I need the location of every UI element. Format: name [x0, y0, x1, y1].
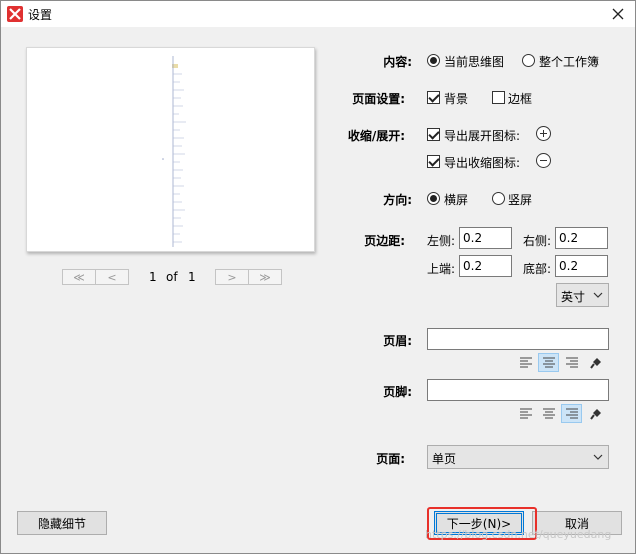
footer-align-center-button[interactable]: [538, 404, 559, 423]
align-center-icon: [542, 408, 555, 419]
mindmap-thumbnail: [162, 56, 186, 247]
chevron-down-icon: [593, 292, 603, 298]
align-right-icon: [565, 408, 578, 419]
background-option: 背景: [444, 92, 469, 106]
header-align-right-button[interactable]: [561, 353, 582, 372]
top-margin-input[interactable]: 0.2: [459, 255, 512, 277]
unit-select[interactable]: 英寸: [556, 283, 609, 307]
top-margin-label: 上端:: [427, 262, 456, 276]
portrait-option: 竖屏: [508, 193, 533, 207]
orientation-label: 方向:: [383, 193, 412, 207]
current-page: 1: [149, 270, 157, 284]
footer-align-left-button[interactable]: [515, 404, 536, 423]
page-of-label: of: [166, 270, 178, 284]
print-preview: [26, 47, 315, 252]
align-right-icon: [565, 357, 578, 368]
align-left-icon: [519, 408, 532, 419]
last-page-button[interactable]: ≫: [248, 269, 282, 285]
export-collapse-option: 导出收缩图标:: [444, 156, 521, 170]
bottom-margin-input[interactable]: 0.2: [555, 255, 608, 277]
chevron-down-icon: [593, 454, 603, 460]
background-checkbox[interactable]: [427, 91, 440, 104]
pages-select[interactable]: 单页: [427, 445, 609, 469]
content-label: 内容:: [383, 55, 412, 69]
border-option: 边框: [508, 92, 533, 106]
first-page-button[interactable]: ≪: [62, 269, 96, 285]
pages-value: 单页: [432, 452, 457, 466]
align-center-icon: [542, 357, 555, 368]
close-icon: [612, 8, 624, 20]
footer-format-brush-button[interactable]: [585, 404, 606, 423]
collapse-minus-icon: [536, 153, 551, 168]
bottom-margin-label: 底部:: [523, 262, 552, 276]
export-expand-option: 导出展开图标:: [444, 129, 521, 143]
left-margin-label: 左侧:: [427, 234, 456, 248]
next-page-button[interactable]: >: [215, 269, 249, 285]
current-map-radio[interactable]: [427, 54, 440, 67]
unit-value: 英寸: [561, 290, 586, 304]
format-brush-icon: [589, 357, 601, 369]
pages-label: 页面:: [376, 452, 405, 466]
title-bar: 设置: [1, 1, 635, 27]
landscape-radio[interactable]: [427, 192, 440, 205]
xmind-app-icon: [7, 6, 23, 22]
format-brush-icon: [589, 408, 601, 420]
margins-label: 页边距:: [364, 234, 405, 248]
left-margin-input[interactable]: 0.2: [459, 227, 512, 249]
prev-page-button[interactable]: <: [95, 269, 129, 285]
right-margin-input[interactable]: 0.2: [555, 227, 608, 249]
collapse-expand-label: 收缩/展开:: [347, 129, 405, 143]
current-map-option: 当前思维图: [444, 55, 505, 69]
window-title: 设置: [28, 8, 53, 22]
footer-align-right-button[interactable]: [561, 404, 582, 423]
align-left-icon: [519, 357, 532, 368]
landscape-option: 横屏: [444, 193, 469, 207]
header-label: 页眉:: [383, 334, 412, 348]
export-expand-checkbox[interactable]: [427, 128, 440, 141]
watermark-text: https://blog.csdn.net/queyuedang: [425, 528, 612, 541]
header-input[interactable]: [427, 328, 609, 350]
whole-workbook-radio[interactable]: [522, 54, 535, 67]
whole-workbook-option: 整个工作簿: [539, 55, 600, 69]
hide-details-button[interactable]: 隐藏细节: [17, 511, 107, 535]
expand-plus-icon: [536, 126, 551, 141]
footer-input[interactable]: [427, 379, 609, 401]
settings-dialog: 设置 ≪ < 1 of 1 > ≫ 内容: 当前思维图 整个工作簿 页面设置: …: [0, 0, 636, 554]
right-margin-label: 右侧:: [523, 234, 552, 248]
footer-label: 页脚:: [383, 385, 412, 399]
header-align-left-button[interactable]: [515, 353, 536, 372]
header-align-center-button[interactable]: [538, 353, 559, 372]
header-format-brush-button[interactable]: [585, 353, 606, 372]
portrait-radio[interactable]: [492, 192, 505, 205]
border-checkbox[interactable]: [492, 91, 505, 104]
total-pages: 1: [188, 270, 196, 284]
page-setup-label: 页面设置:: [352, 92, 405, 106]
close-button[interactable]: [603, 1, 633, 27]
export-collapse-checkbox[interactable]: [427, 155, 440, 168]
